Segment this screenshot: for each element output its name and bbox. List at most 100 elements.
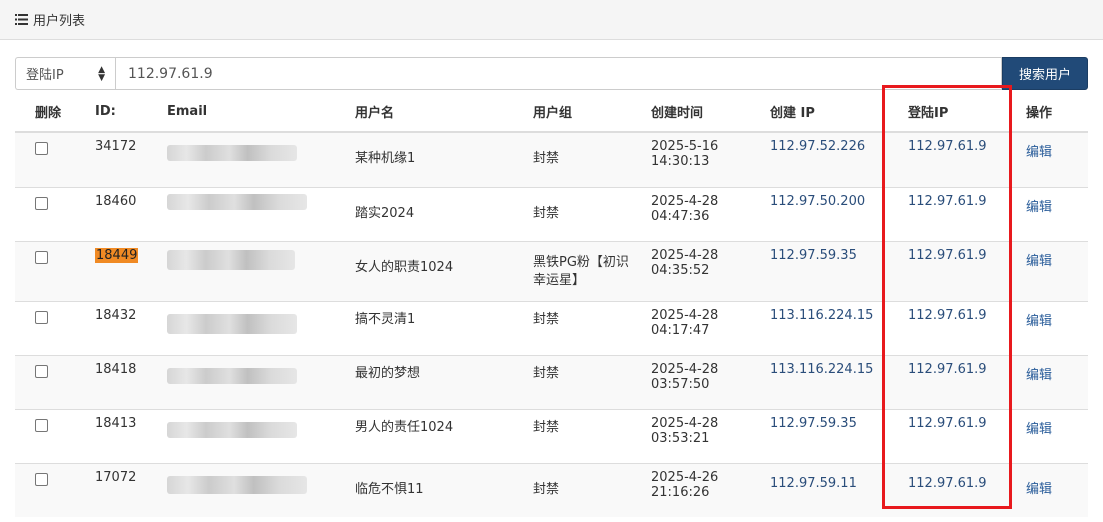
user-id-highlighted: 18449 <box>95 247 139 263</box>
edit-link[interactable]: 编辑 <box>1026 196 1080 215</box>
table-row: 18432 搞不灵清1 封禁 2025-4-28 04:17:47 113.116… <box>15 300 1088 355</box>
delete-checkbox[interactable] <box>35 418 48 432</box>
users-table: 删除 ID: Email 用户名 用户组 创建时间 创建 IP 登陆IP 操作 … <box>15 92 1088 517</box>
edit-link[interactable]: 编辑 <box>1026 418 1080 437</box>
created-time: 14:30:13 <box>651 154 710 169</box>
created-time: 04:35:52 <box>651 262 710 278</box>
user-id: 18413 <box>87 408 159 463</box>
col-login-ip: 登陆IP <box>900 92 1018 133</box>
user-group: 封禁 <box>525 131 643 187</box>
login-ip: 112.97.61.9 <box>900 462 1018 517</box>
action-cell: 编辑 <box>1018 240 1088 301</box>
created-date: 2025-4-28 <box>651 361 719 377</box>
create-ip: 112.97.52.226 <box>762 131 900 187</box>
create-ip: 112.97.50.200 <box>762 186 900 241</box>
action-cell: 编辑 <box>1018 131 1088 187</box>
email-cell <box>159 240 347 301</box>
edit-link[interactable]: 编辑 <box>1026 310 1080 329</box>
created-date: 2025-4-26 <box>651 469 719 485</box>
delete-checkbox[interactable] <box>35 196 48 210</box>
delete-checkbox[interactable] <box>35 364 48 378</box>
delete-checkbox[interactable] <box>35 250 48 264</box>
email-blurred <box>167 367 297 384</box>
username: 临危不惧11 <box>347 462 525 517</box>
email-blurred <box>167 249 295 270</box>
login-ip: 112.97.61.9 <box>900 354 1018 409</box>
user-group: 封禁 <box>525 354 643 409</box>
create-ip: 112.97.59.35 <box>762 240 900 301</box>
email-blurred <box>167 193 307 210</box>
username: 男人的责任1024 <box>347 408 525 463</box>
created-cell: 2025-4-26 21:16:26 <box>643 462 762 517</box>
username: 最初的梦想 <box>347 354 525 409</box>
search-input[interactable] <box>115 57 1002 90</box>
email-cell <box>159 186 347 241</box>
created-date: 2025-5-16 <box>651 139 719 154</box>
login-ip: 112.97.61.9 <box>900 186 1018 241</box>
created-cell: 2025-4-28 04:35:52 <box>643 240 762 301</box>
created-cell: 2025-4-28 03:57:50 <box>643 354 762 409</box>
edit-link[interactable]: 编辑 <box>1026 250 1080 269</box>
delete-cell <box>15 462 87 517</box>
table-header-row: 删除 ID: Email 用户名 用户组 创建时间 创建 IP 登陆IP 操作 <box>15 92 1088 133</box>
created-cell: 2025-4-28 03:53:21 <box>643 408 762 463</box>
user-id-cell: 18449 <box>87 240 159 301</box>
col-created: 创建时间 <box>643 92 762 133</box>
delete-cell <box>15 408 87 463</box>
create-ip: 112.97.59.11 <box>762 462 900 517</box>
table-row: 18460 踏实2024 封禁 2025-4-28 04:47:36 112.97… <box>15 186 1088 241</box>
created-time: 03:57:50 <box>651 376 710 392</box>
email-blurred <box>167 421 297 438</box>
action-cell: 编辑 <box>1018 462 1088 517</box>
email-cell <box>159 354 347 409</box>
search-field-value: 登陆IP <box>26 68 64 83</box>
col-delete: 删除 <box>15 92 87 133</box>
delete-cell <box>15 354 87 409</box>
created-date: 2025-4-28 <box>651 247 719 263</box>
created-time: 04:47:36 <box>651 208 710 224</box>
user-group: 黑铁PG粉【初识幸运星】 <box>525 240 643 301</box>
list-icon <box>15 14 28 25</box>
username: 某种机缘1 <box>347 131 525 187</box>
user-list-page: 用户列表 登陆IP ▲▼ 搜索用户 删除 ID: Email 用户名 用户组 创… <box>0 0 1103 522</box>
delete-checkbox[interactable] <box>35 310 48 324</box>
user-group: 封禁 <box>525 408 643 463</box>
email-blurred <box>167 475 307 494</box>
email-cell <box>159 462 347 517</box>
col-group: 用户组 <box>525 92 643 133</box>
user-id: 18460 <box>87 186 159 241</box>
action-cell: 编辑 <box>1018 186 1088 241</box>
col-email: Email <box>159 92 347 133</box>
create-ip: 113.116.224.15 <box>762 354 900 409</box>
panel-header: 用户列表 <box>0 0 1103 40</box>
panel-title: 用户列表 <box>33 14 86 29</box>
login-ip: 112.97.61.9 <box>900 300 1018 355</box>
user-group: 封禁 <box>525 186 643 241</box>
created-time: 03:53:21 <box>651 430 710 446</box>
col-create-ip: 创建 IP <box>762 92 900 133</box>
table-row: 34172 某种机缘1 封禁 2025-5-16 14:30:13 112.97.… <box>15 131 1088 187</box>
login-ip: 112.97.61.9 <box>900 131 1018 187</box>
search-bar: 登陆IP ▲▼ 搜索用户 <box>15 57 1088 90</box>
col-username: 用户名 <box>347 92 525 133</box>
search-users-button[interactable]: 搜索用户 <box>1002 57 1088 90</box>
username: 女人的职责1024 <box>347 240 525 301</box>
table-row: 18418 最初的梦想 封禁 2025-4-28 03:57:50 113.116… <box>15 354 1088 409</box>
edit-link[interactable]: 编辑 <box>1026 141 1080 160</box>
created-date: 2025-4-28 <box>651 415 719 431</box>
created-date: 2025-4-28 <box>651 307 719 323</box>
login-ip: 112.97.61.9 <box>900 408 1018 463</box>
select-caret-icon: ▲ ▼ <box>98 64 105 83</box>
create-ip: 113.116.224.15 <box>762 300 900 355</box>
delete-cell <box>15 131 87 187</box>
user-id: 18432 <box>87 300 159 355</box>
table-row: 18449 女人的职责1024 黑铁PG粉【初识幸运星】 2025-4-28 04… <box>15 240 1088 301</box>
delete-checkbox[interactable] <box>35 142 48 155</box>
col-action: 操作 <box>1018 92 1088 133</box>
edit-link[interactable]: 编辑 <box>1026 364 1080 383</box>
delete-checkbox[interactable] <box>35 472 48 486</box>
created-time: 04:17:47 <box>651 322 710 338</box>
search-field-select[interactable]: 登陆IP ▲ ▼ <box>15 57 115 90</box>
edit-link[interactable]: 编辑 <box>1026 478 1080 497</box>
user-id: 17072 <box>87 462 159 517</box>
